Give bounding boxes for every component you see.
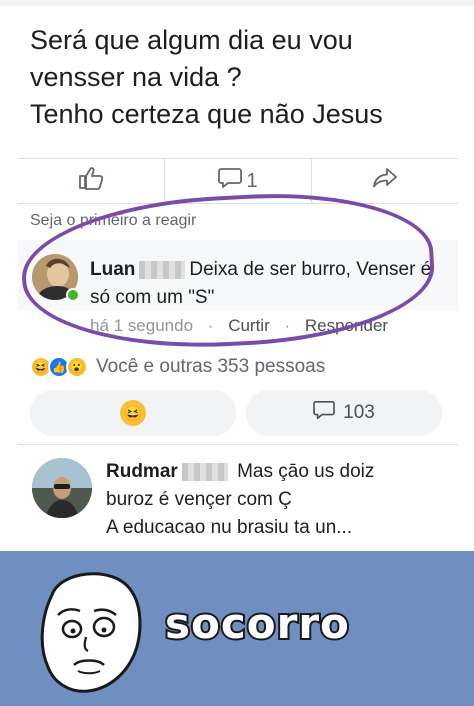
meta-separator: · <box>284 316 291 335</box>
comment-rudmar: Rudmar Mas çāo us doiz buroz é vençer co… <box>106 458 446 542</box>
haha-emoji-icon: 😆 <box>120 400 146 426</box>
comment-line-3: A educacao nu brasiu ta un... <box>106 517 353 538</box>
comments-pill-button[interactable]: 103 <box>246 390 442 436</box>
react-pill-button[interactable]: 😆 <box>30 390 236 436</box>
reaction-summary-text: Você e outras 353 pessoas <box>96 356 326 377</box>
avatar[interactable] <box>32 458 92 518</box>
comment-timestamp: há 1 segundo <box>90 316 194 335</box>
comment-line-2: buroz é vençer com Ç <box>106 489 292 510</box>
like-button[interactable] <box>18 159 164 203</box>
censored-name-block <box>181 462 228 481</box>
rage-face-icon <box>32 565 144 695</box>
comment-author[interactable]: Rudmar <box>106 461 178 482</box>
meta-separator: · <box>207 316 214 335</box>
comment-text-part1: Mas çāo us doiz <box>237 461 375 482</box>
meme-caption: socorro <box>163 597 351 650</box>
post-action-bar: 1 <box>18 158 458 204</box>
meme-panel: socorro <box>0 551 474 706</box>
reaction-summary[interactable]: 😆 👍 😮 Você e outras 353 pessoas <box>30 356 325 378</box>
comment-body: Luan Deixa de ser burro, Venser é só com … <box>90 256 446 312</box>
comment-text-part2: só com um "S" <box>90 287 215 308</box>
share-arrow-icon <box>372 167 398 195</box>
comment-luan: Luan Deixa de ser burro, Venser é só com … <box>18 240 458 310</box>
comment-text-part1: Deixa de ser burro, Venser é <box>189 259 432 280</box>
comment-icon <box>218 167 243 195</box>
online-status-dot <box>66 288 80 302</box>
post-line-2: vensser na vida ? <box>30 62 242 92</box>
comment-meta: há 1 segundo · Curtir · Responder <box>90 316 388 336</box>
top-strip <box>0 0 474 6</box>
comment-reply-link[interactable]: Responder <box>305 316 388 335</box>
censored-name-block <box>139 260 186 279</box>
post-line-3: Tenho certeza que não Jesus <box>30 99 383 129</box>
be-first-to-react: Seja o primeiro a reagir <box>30 212 197 229</box>
divider <box>18 444 458 445</box>
post-line-1: Será que algum dia eu vou <box>30 25 353 55</box>
thumbs-up-icon <box>78 166 104 196</box>
comment-like-link[interactable]: Curtir <box>228 316 270 335</box>
comments-count: 103 <box>343 402 375 423</box>
wow-reaction-icon: 😮 <box>66 356 88 378</box>
comment-button[interactable]: 1 <box>164 159 311 203</box>
comment-icon <box>313 400 335 426</box>
post-text: Será que algum dia eu vou vensser na vid… <box>30 22 460 133</box>
share-button[interactable] <box>311 159 458 203</box>
comment-count: 1 <box>246 169 258 192</box>
comment-author[interactable]: Luan <box>90 259 135 280</box>
